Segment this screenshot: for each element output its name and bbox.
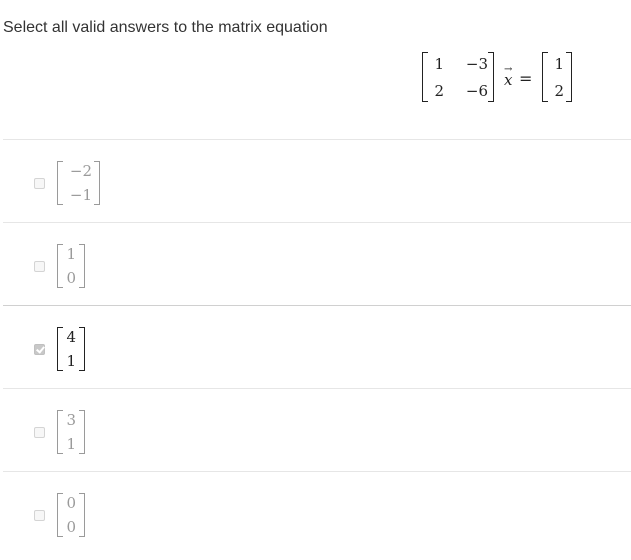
rhs-top: 1 (554, 55, 564, 73)
left-bracket (422, 52, 428, 102)
question-prompt: Select all valid answers to the matrix e… (3, 19, 328, 36)
option-4-top: 3 (66, 411, 76, 429)
matrix-a-cell-1-1: 1 (434, 55, 444, 73)
option-5-checkbox[interactable] (34, 510, 45, 521)
option-1-top: −2 (69, 162, 92, 180)
option-2-bottom: 0 (66, 269, 76, 287)
option-3-top: 4 (66, 328, 76, 346)
answer-option-3[interactable]: 4 1 (0, 306, 631, 388)
option-5-top: 0 (66, 494, 76, 512)
option-3-checkbox[interactable] (34, 344, 45, 355)
vector-variable: x (504, 71, 513, 89)
option-2-vector: 1 0 (57, 244, 85, 288)
option-3-vector: 4 1 (57, 327, 85, 371)
right-bracket (94, 161, 100, 205)
answer-option-5[interactable]: 0 0 (0, 472, 631, 554)
rhs-vector: 1 2 (542, 52, 572, 102)
answer-option-1[interactable]: −2 −1 (0, 140, 631, 222)
answer-option-2[interactable]: 1 0 (0, 223, 631, 305)
option-1-vector: −2 −1 (57, 161, 100, 205)
equals-sign: = (519, 69, 533, 88)
right-bracket (79, 493, 85, 537)
option-1-bottom: −1 (69, 186, 92, 204)
right-bracket (79, 244, 85, 288)
answer-option-4[interactable]: 3 1 (0, 389, 631, 471)
option-4-checkbox[interactable] (34, 427, 45, 438)
matrix-a-cell-2-1: 2 (434, 82, 444, 100)
option-4-bottom: 1 (66, 435, 76, 453)
option-3-bottom: 1 (66, 352, 76, 370)
rhs-bottom: 2 (554, 82, 564, 100)
option-5-bottom: 0 (66, 518, 76, 536)
option-5-vector: 0 0 (57, 493, 85, 537)
matrix-a-cell-2-2: −6 (465, 82, 488, 100)
coefficient-matrix: 1 −3 2 −6 (422, 52, 494, 102)
option-1-checkbox[interactable] (34, 178, 45, 189)
right-bracket (79, 410, 85, 454)
right-bracket (488, 52, 494, 102)
option-2-top: 1 (66, 245, 76, 263)
matrix-a-cell-1-2: −3 (465, 55, 488, 73)
right-bracket (79, 327, 85, 371)
matrix-equation: 1 −3 2 −6 → x = 1 2 (418, 50, 578, 105)
option-2-checkbox[interactable] (34, 261, 45, 272)
right-bracket (566, 52, 572, 102)
option-4-vector: 3 1 (57, 410, 85, 454)
